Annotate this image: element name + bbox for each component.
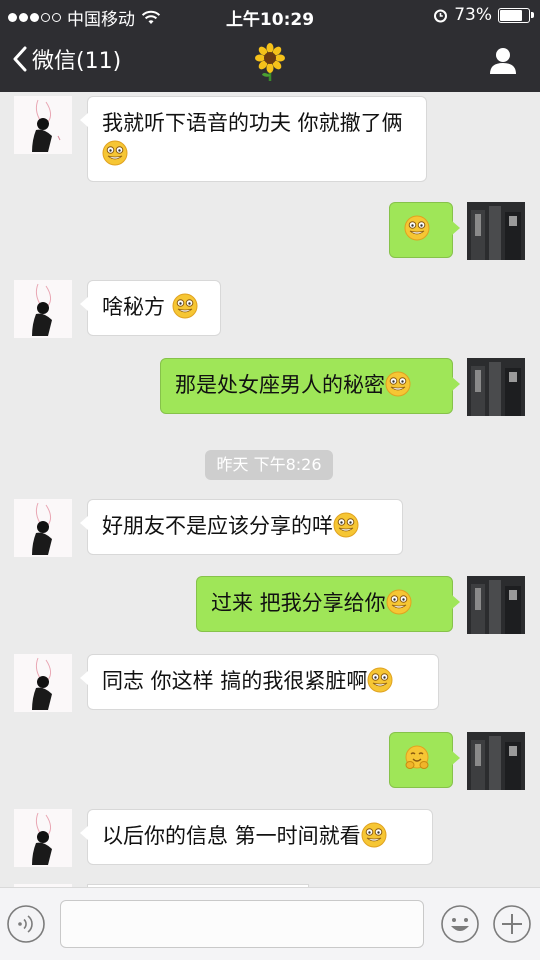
message-bubble-outgoing[interactable]: 过来 把我分享给你 — [196, 576, 460, 632]
message-bubble-incoming[interactable]: 我就听下语音的功夫 你就撤了俩 — [80, 96, 427, 182]
contact-avatar[interactable] — [14, 499, 72, 557]
message-bubble-incoming[interactable]: 啥秘方 — [80, 280, 221, 336]
message-text: 过来 把我分享给你 — [211, 591, 386, 615]
message-text: 那是处女座男人的秘密 — [175, 373, 385, 397]
my-avatar[interactable] — [467, 732, 525, 790]
contact-avatar[interactable] — [14, 654, 72, 712]
grin-emoji-icon — [102, 140, 128, 166]
hug-emoji-icon — [405, 745, 429, 769]
message-input[interactable] — [60, 900, 424, 948]
contact-profile-icon[interactable] — [488, 45, 518, 75]
battery-icon — [498, 7, 534, 23]
message-bubble-incoming[interactable]: 同志 你这样 搞的我很紧脏啊 — [80, 654, 439, 710]
message-bubble-outgoing[interactable] — [389, 732, 460, 788]
input-bar — [0, 887, 540, 960]
message-list[interactable]: 我就听下语音的功夫 你就撤了俩 啥秘方 那是处女座男人的秘密 昨天 下午8:26… — [0, 92, 540, 887]
nav-bar: 微信(11) — [0, 30, 540, 92]
alarm-icon — [434, 9, 448, 22]
back-label: 微信(11) — [32, 49, 122, 74]
back-button[interactable]: 微信(11) — [12, 43, 121, 75]
grin-emoji-icon — [367, 667, 393, 693]
message-text: 我就听下语音的功夫 你就撤了俩 — [102, 111, 403, 135]
my-avatar[interactable] — [467, 202, 525, 260]
message-text: 啥秘方 — [102, 295, 172, 319]
message-text: 同志 你这样 搞的我很紧脏啊 — [102, 669, 368, 693]
status-bar: 中国移动 上午10:29 73% — [0, 0, 540, 30]
message-bubble-outgoing[interactable] — [389, 202, 460, 258]
contact-avatar[interactable] — [14, 280, 72, 338]
grin-emoji-icon — [172, 293, 198, 319]
message-text: 好朋友不是应该分享的咩 — [102, 514, 333, 538]
grin-emoji-icon — [333, 512, 359, 538]
sunflower-icon — [255, 43, 285, 81]
contact-avatar[interactable] — [14, 96, 72, 154]
my-avatar[interactable] — [467, 358, 525, 416]
grin-emoji-icon — [385, 371, 411, 397]
message-bubble-outgoing[interactable]: 那是处女座男人的秘密 — [160, 358, 460, 414]
timestamp-divider: 昨天 下午8:26 — [205, 450, 333, 480]
status-right: 73% — [433, 5, 534, 25]
voice-icon[interactable] — [6, 904, 46, 944]
chat-screen: 中国移动 上午10:29 73% 微信(11) 我就听下语音的功夫 你就撤了俩 … — [0, 0, 540, 960]
message-bubble-incoming[interactable]: 以后你的信息 第一时间就看 — [80, 809, 433, 865]
battery-percent: 73% — [454, 5, 492, 25]
smiley-icon[interactable] — [440, 904, 480, 944]
contact-avatar[interactable] — [14, 809, 72, 867]
message-bubble-incoming[interactable]: 好朋友不是应该分享的咩 — [80, 499, 403, 555]
message-text: 以后你的信息 第一时间就看 — [102, 824, 361, 848]
grin-emoji-icon — [404, 215, 430, 241]
grin-emoji-icon — [361, 822, 387, 848]
grin-emoji-icon — [386, 589, 412, 615]
my-avatar[interactable] — [467, 576, 525, 634]
plus-icon[interactable] — [492, 904, 532, 944]
chevron-left-icon — [13, 46, 27, 72]
